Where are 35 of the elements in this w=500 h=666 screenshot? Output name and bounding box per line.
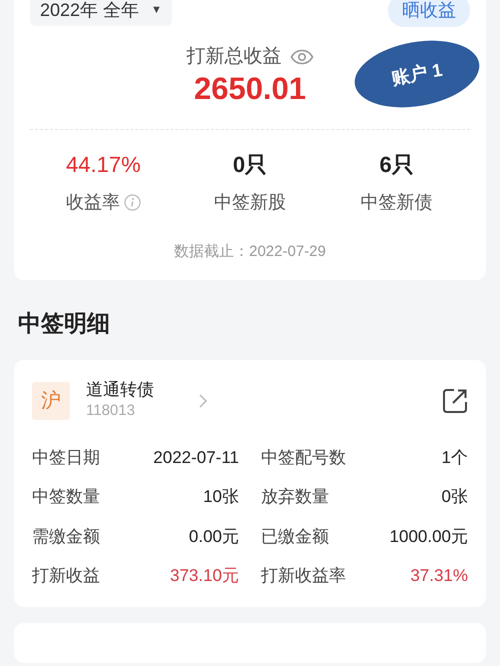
field-value: 0张 (442, 486, 468, 508)
external-link-icon[interactable] (442, 388, 468, 414)
field-value: 10张 (203, 486, 239, 508)
field-label: 已缴金额 (261, 526, 329, 548)
field-label: 中签日期 (32, 446, 100, 469)
field-value: 37.31% (410, 565, 468, 588)
field-value: 1000.00元 (390, 526, 468, 548)
field-label: 放弃数量 (261, 486, 329, 508)
stat-label: 收益率 (66, 190, 120, 214)
eye-icon[interactable] (290, 49, 314, 66)
field-label: 需缴金额 (32, 526, 100, 548)
total-income-label: 打新总收益 (186, 45, 282, 69)
section-title: 中签明细 (17, 308, 111, 338)
field-label: 中签数量 (32, 486, 100, 508)
stat-value: 0只 (232, 150, 268, 178)
field-value: 2022-07-11 (153, 446, 239, 469)
stat-label: 中签新债 (360, 190, 433, 214)
market-badge: 沪 (32, 382, 70, 420)
stat-value: 44.17% (66, 150, 141, 178)
bond-code: 118013 (86, 401, 136, 422)
field-label: 打新收益 (32, 565, 100, 588)
field-value: 0.00元 (188, 526, 239, 548)
stat-value: 6只 (380, 150, 414, 178)
info-icon[interactable] (124, 194, 141, 210)
period-dropdown[interactable]: 2022年 全年 ▼ (30, 0, 172, 26)
field-label: 中签配号数 (261, 446, 346, 469)
data-date: 数据截止：2022-07-29 (174, 242, 326, 260)
bond-name: 道通转债 (86, 380, 154, 400)
stat-label: 中签新股 (214, 190, 286, 214)
share-button[interactable]: 晒收益 (388, 0, 470, 27)
total-income-amount: 2650.01 (194, 72, 306, 106)
field-label: 打新收益率 (261, 565, 346, 588)
chevron-right-icon[interactable] (198, 393, 208, 410)
field-value: 373.10元 (170, 565, 239, 588)
field-value: 1个 (442, 446, 468, 469)
